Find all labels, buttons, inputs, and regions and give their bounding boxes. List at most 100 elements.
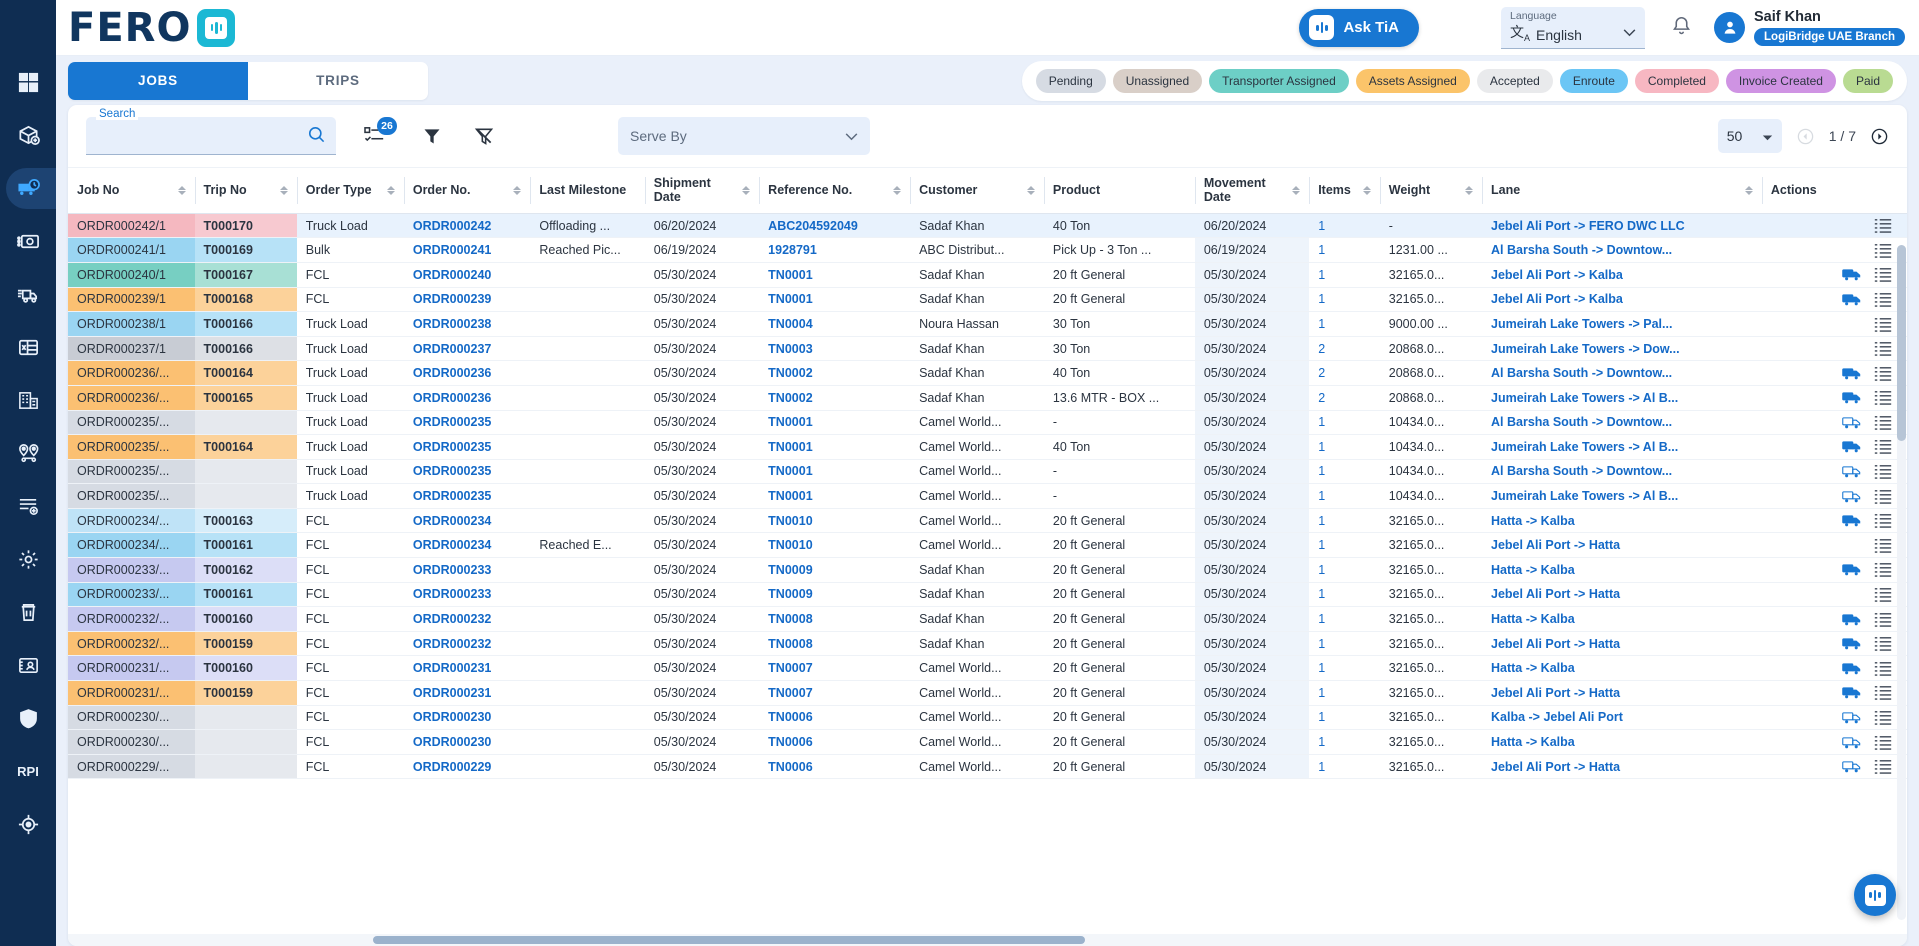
cell-reference-no[interactable]: TN0002 <box>759 385 910 410</box>
cell-lane[interactable]: Hatta -> Kalba <box>1482 508 1762 533</box>
cell-items[interactable]: 1 <box>1309 435 1380 460</box>
cell-reference-no[interactable]: TN0001 <box>759 459 910 484</box>
cell-lane[interactable]: Hatta -> Kalba <box>1482 607 1762 632</box>
tab-jobs[interactable]: JOBS <box>68 62 248 100</box>
column-header-actions[interactable]: Actions <box>1762 168 1907 214</box>
cell-reference-no[interactable]: 1928791 <box>759 238 910 263</box>
status-filter-unassigned[interactable]: Unassigned <box>1113 69 1202 93</box>
row-truck-action[interactable] <box>1842 439 1862 454</box>
row-truck-action[interactable] <box>1842 636 1862 651</box>
cell-actions[interactable] <box>1762 582 1907 607</box>
cell-lane[interactable]: Jebel Ali Port -> Hatta <box>1482 681 1762 706</box>
status-filter-pending[interactable]: Pending <box>1036 69 1106 93</box>
status-filter-invoice-created[interactable]: Invoice Created <box>1726 69 1836 93</box>
row-menu-action[interactable] <box>1874 661 1892 676</box>
row-menu-action[interactable] <box>1874 612 1892 627</box>
cell-lane[interactable]: Jumeirah Lake Towers -> Al B... <box>1482 385 1762 410</box>
row-truck-action[interactable] <box>1842 489 1862 504</box>
cell-lane[interactable]: Jebel Ali Port -> Kalba <box>1482 287 1762 312</box>
sidebar-item-fleet[interactable] <box>0 268 56 321</box>
table-row[interactable]: ORDR000231/...T000160FCLORDR00023105/30/… <box>68 656 1907 681</box>
column-header-shipment_date[interactable]: Shipment Date <box>645 168 759 214</box>
table-row[interactable]: ORDR000233/...T000161FCLORDR00023305/30/… <box>68 582 1907 607</box>
cell-actions[interactable] <box>1762 287 1907 312</box>
row-truck-action[interactable] <box>1842 710 1862 725</box>
status-filter-completed[interactable]: Completed <box>1635 69 1719 93</box>
row-menu-action[interactable] <box>1874 735 1892 750</box>
cell-items[interactable]: 1 <box>1309 213 1380 238</box>
row-menu-action[interactable] <box>1874 292 1892 307</box>
sidebar-item-routes[interactable] <box>0 427 56 480</box>
cell-items[interactable]: 1 <box>1309 238 1380 263</box>
sort-toggle-icon[interactable] <box>1292 186 1300 195</box>
next-page-button[interactable] <box>1870 127 1889 146</box>
row-truck-action[interactable] <box>1842 390 1862 405</box>
cell-reference-no[interactable]: ABC204592049 <box>759 213 910 238</box>
user-menu[interactable]: Saif Khan LogiBridge UAE Branch <box>1714 9 1905 47</box>
table-row[interactable]: ORDR000232/...T000160FCLORDR00023205/30/… <box>68 607 1907 632</box>
table-row[interactable]: ORDR000237/1T000166Truck LoadORDR0002370… <box>68 336 1907 361</box>
cell-reference-no[interactable]: TN0007 <box>759 681 910 706</box>
cell-actions[interactable] <box>1762 533 1907 558</box>
cell-order-no[interactable]: ORDR000233 <box>404 582 531 607</box>
cell-order-no[interactable]: ORDR000238 <box>404 312 531 337</box>
cell-actions[interactable] <box>1762 484 1907 509</box>
cell-reference-no[interactable]: TN0007 <box>759 656 910 681</box>
cell-items[interactable]: 1 <box>1309 754 1380 779</box>
search-field[interactable]: Search <box>86 117 336 155</box>
cell-lane[interactable]: Jumeirah Lake Towers -> Pal... <box>1482 312 1762 337</box>
column-header-last_milestone[interactable]: Last Milestone <box>530 168 644 214</box>
page-size-select[interactable]: 50 <box>1718 119 1782 153</box>
column-header-reference_no[interactable]: Reference No. <box>759 168 910 214</box>
cell-items[interactable]: 1 <box>1309 533 1380 558</box>
row-menu-action[interactable] <box>1874 538 1892 553</box>
cell-order-no[interactable]: ORDR000236 <box>404 361 531 386</box>
sidebar-item-billing[interactable] <box>0 215 56 268</box>
row-menu-action[interactable] <box>1874 341 1892 356</box>
cell-items[interactable]: 1 <box>1309 681 1380 706</box>
cell-actions[interactable] <box>1762 705 1907 730</box>
cell-actions[interactable] <box>1762 361 1907 386</box>
cell-actions[interactable] <box>1762 558 1907 583</box>
cell-lane[interactable]: Jumeirah Lake Towers -> Al B... <box>1482 435 1762 460</box>
cell-lane[interactable]: Al Barsha South -> Downtow... <box>1482 459 1762 484</box>
table-scroll-region[interactable]: Job NoTrip NoOrder TypeOrder No.Last Mil… <box>68 167 1907 934</box>
sort-toggle-icon[interactable] <box>1745 186 1753 195</box>
row-menu-action[interactable] <box>1874 243 1892 258</box>
status-filter-paid[interactable]: Paid <box>1843 69 1893 93</box>
row-truck-action[interactable] <box>1842 759 1862 774</box>
row-menu-action[interactable] <box>1874 710 1892 725</box>
sidebar-item-dashboard[interactable] <box>0 56 56 109</box>
cell-order-no[interactable]: ORDR000232 <box>404 631 531 656</box>
table-row[interactable]: ORDR000232/...T000159FCLORDR00023205/30/… <box>68 631 1907 656</box>
cell-actions[interactable] <box>1762 681 1907 706</box>
table-row[interactable]: ORDR000238/1T000166Truck LoadORDR0002380… <box>68 312 1907 337</box>
sidebar-item-rpi[interactable]: RPI <box>0 745 56 798</box>
row-menu-action[interactable] <box>1874 218 1892 233</box>
cell-reference-no[interactable]: TN0004 <box>759 312 910 337</box>
sidebar-item-jobs[interactable] <box>0 162 56 215</box>
table-row[interactable]: ORDR000230/...FCLORDR00023005/30/2024TN0… <box>68 730 1907 755</box>
cell-order-no[interactable]: ORDR000240 <box>404 262 531 287</box>
cell-order-no[interactable]: ORDR000235 <box>404 410 531 435</box>
row-menu-action[interactable] <box>1874 636 1892 651</box>
table-row[interactable]: ORDR000235/...Truck LoadORDR00023505/30/… <box>68 484 1907 509</box>
column-header-order_type[interactable]: Order Type <box>297 168 404 214</box>
horizontal-scrollbar[interactable] <box>68 934 1907 946</box>
cell-items[interactable]: 1 <box>1309 459 1380 484</box>
table-row[interactable]: ORDR000229/...FCLORDR00022905/30/2024TN0… <box>68 754 1907 779</box>
sort-toggle-icon[interactable] <box>742 186 750 195</box>
cell-lane[interactable]: Jebel Ali Port -> Kalba <box>1482 262 1762 287</box>
cell-lane[interactable]: Hatta -> Kalba <box>1482 656 1762 681</box>
cell-lane[interactable]: Hatta -> Kalba <box>1482 730 1762 755</box>
cell-reference-no[interactable]: TN0008 <box>759 631 910 656</box>
column-header-items[interactable]: Items <box>1309 168 1380 214</box>
row-truck-action[interactable] <box>1842 513 1862 528</box>
cell-lane[interactable]: Jebel Ali Port -> Hatta <box>1482 582 1762 607</box>
cell-lane[interactable]: Jebel Ali Port -> Hatta <box>1482 631 1762 656</box>
cell-order-no[interactable]: ORDR000241 <box>404 238 531 263</box>
cell-actions[interactable] <box>1762 312 1907 337</box>
row-menu-action[interactable] <box>1874 587 1892 602</box>
cell-actions[interactable] <box>1762 385 1907 410</box>
search-icon[interactable] <box>307 125 326 147</box>
